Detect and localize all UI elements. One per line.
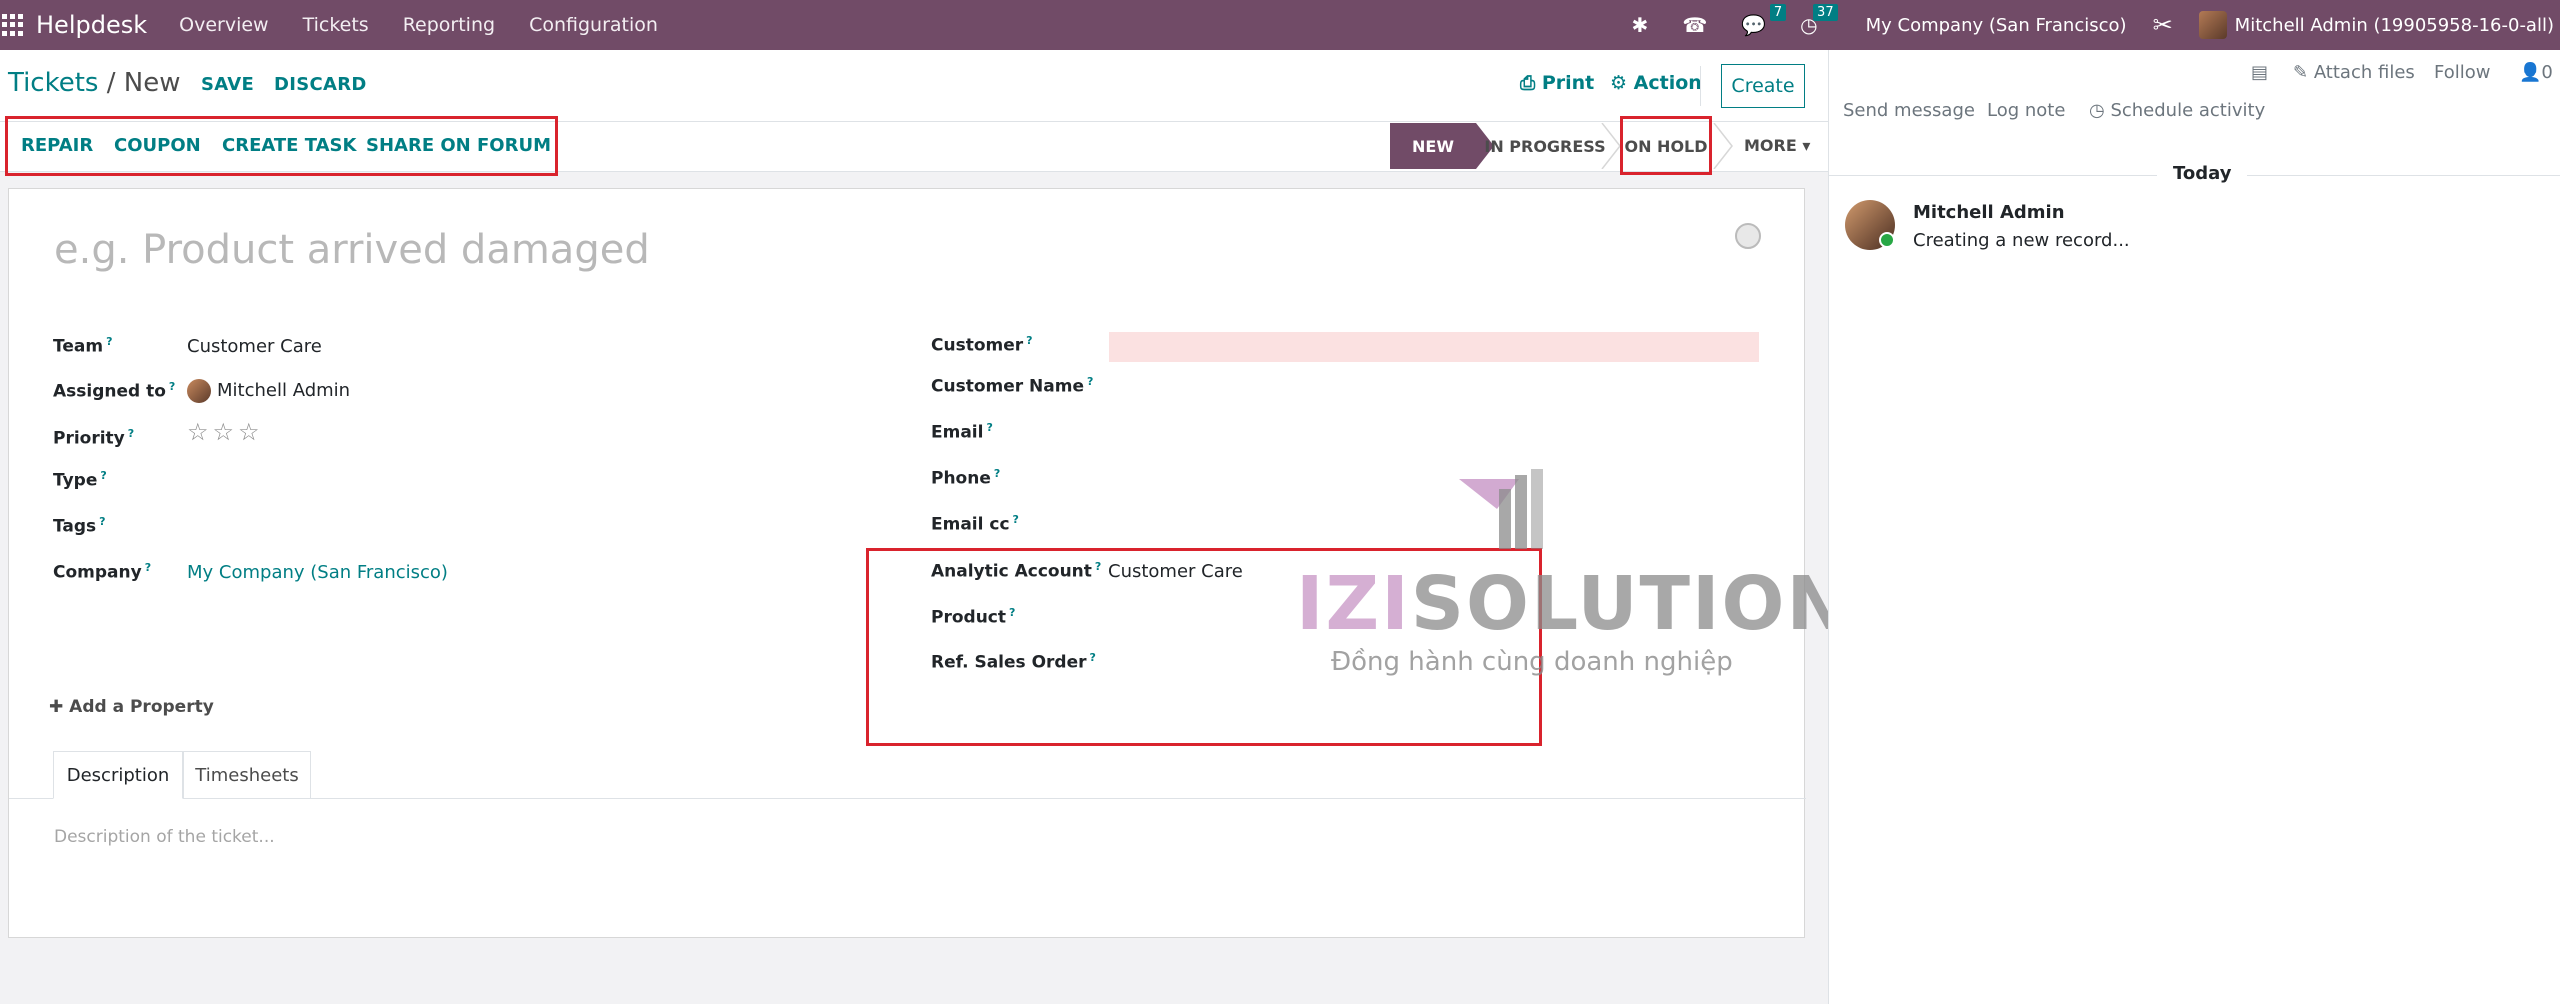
divider [1700,66,1701,106]
stage-new[interactable]: NEW [1390,123,1476,169]
message-body: Creating a new record... [1913,230,2130,251]
user-menu[interactable]: Mitchell Admin (19905958-16-0-all) [2235,15,2554,36]
ticket-title-input[interactable]: e.g. Product arrived damaged [54,227,650,273]
tab-description[interactable]: Description [53,751,183,799]
followers-button[interactable]: 👤0 [2519,62,2553,83]
online-status-icon [1879,232,1895,248]
gear-icon: ⚙ [1610,72,1634,94]
avatar [187,379,211,403]
form-statusbar: REPAIR COUPON CREATE TASK SHARE ON FORUM… [0,116,1828,176]
activities-icon[interactable]: ◷ 37 [1800,4,1838,37]
messages-badge: 7 [1769,4,1787,21]
print-label: Print [1541,72,1595,94]
assigned-to-label: Assigned to? [53,380,176,402]
customer-label: Customer? [931,334,1033,356]
log-note-button[interactable]: Log note [1987,100,2065,121]
top-navbar: Helpdesk Overview Tickets Reporting Conf… [0,0,2560,50]
print-button[interactable]: ⎙ Print [1520,72,1594,94]
followers-count: 0 [2541,62,2553,83]
activities-badge: 37 [1813,4,1838,21]
breadcrumb: Tickets / New [8,68,180,98]
app-name[interactable]: Helpdesk [36,11,147,39]
phone-icon[interactable]: ☎ [1682,13,1707,37]
schedule-activity-label: Schedule activity [2110,100,2266,121]
stage-chevron-icon [1713,123,1733,169]
attach-files-label: Attach files [2313,62,2415,83]
form-sheet: e.g. Product arrived damaged Team? Custo… [8,188,1848,938]
paperclip-icon: ✎ [2293,62,2314,83]
highlight-box-header-buttons [5,116,558,176]
messages-icon[interactable]: 💬 7 [1741,4,1787,37]
send-message-button[interactable]: Send message [1843,100,1975,121]
caret-down-icon: ▾ [1802,136,1811,155]
more-label: MORE [1744,136,1797,155]
plus-icon: ✚ [49,697,70,717]
team-label: Team? [53,335,113,357]
date-separator: Today [2157,163,2248,184]
breadcrumb-current: New [123,68,181,98]
follow-button[interactable]: Follow [2434,62,2490,83]
assigned-to-field[interactable]: Mitchell Admin [187,379,350,403]
control-panel: Tickets / New SAVE DISCARD ⎙ Print ⚙ Act… [0,50,1828,122]
tab-timesheets[interactable]: Timesheets [183,751,311,799]
customer-name-label: Customer Name? [931,375,1094,397]
priority-stars[interactable]: ☆☆☆ [187,418,264,446]
activity-log-icon[interactable]: ▤ [2251,62,2268,83]
priority-label: Priority? [53,427,135,449]
clock-icon: ◷ [2089,100,2111,121]
company-field[interactable]: My Company (San Francisco) [187,562,448,583]
description-editor[interactable]: Description of the ticket... [54,827,275,847]
add-property-label: Add a Property [69,697,214,717]
stage-in-progress[interactable]: IN PROGRESS [1480,123,1610,169]
discard-button[interactable]: DISCARD [274,74,367,95]
bug-icon[interactable]: ✱ [1632,13,1649,37]
debug-tools-icon[interactable]: ✂ [2153,11,2173,39]
add-property-button[interactable]: ✚ Add a Property [49,697,214,717]
print-icon: ⎙ [1520,72,1542,94]
attach-files-button[interactable]: ✎ Attach files [2293,62,2415,83]
company-label: Company? [53,561,152,583]
company-switcher[interactable]: My Company (San Francisco) [1866,15,2127,36]
breadcrumb-separator: / [98,68,124,98]
menu-reporting[interactable]: Reporting [403,14,495,36]
menu-overview[interactable]: Overview [179,14,268,36]
assigned-to-value: Mitchell Admin [217,380,351,401]
chatter-panel: ▤ ✎ Attach files Follow 👤0 Send message … [1828,50,2560,1004]
schedule-activity-button[interactable]: ◷ Schedule activity [2089,100,2265,121]
tags-label: Tags? [53,515,106,537]
save-button[interactable]: SAVE [201,74,254,95]
action-button[interactable]: ⚙ Action [1610,72,1702,94]
more-stages-button[interactable]: MORE ▾ [1744,136,1810,155]
action-label: Action [1633,72,1702,94]
notebook-tabs: Description Timesheets [9,751,1806,799]
user-icon: 👤 [2519,62,2542,83]
watermark-brand: IZISOLUTION [1296,561,1851,647]
breadcrumb-tickets[interactable]: Tickets [8,68,98,98]
phone-label: Phone? [931,467,1001,489]
email-label: Email? [931,421,993,443]
highlight-box-on-hold [1620,116,1712,175]
create-button[interactable]: Create [1721,64,1805,108]
menu-configuration[interactable]: Configuration [529,14,658,36]
email-cc-label: Email cc? [931,513,1019,535]
menu-tickets[interactable]: Tickets [303,14,369,36]
type-label: Type? [53,469,107,491]
kanban-state-icon[interactable] [1735,223,1761,249]
user-avatar[interactable] [2198,11,2227,39]
watermark-tagline: Đồng hành cùng doanh nghiệp [1331,647,1733,677]
customer-field[interactable] [1109,332,1759,362]
app-menu-icon[interactable] [0,14,23,36]
message-author[interactable]: Mitchell Admin [1913,202,2065,223]
izisolution-logo-icon [1459,469,1543,549]
team-field[interactable]: Customer Care [187,336,322,357]
